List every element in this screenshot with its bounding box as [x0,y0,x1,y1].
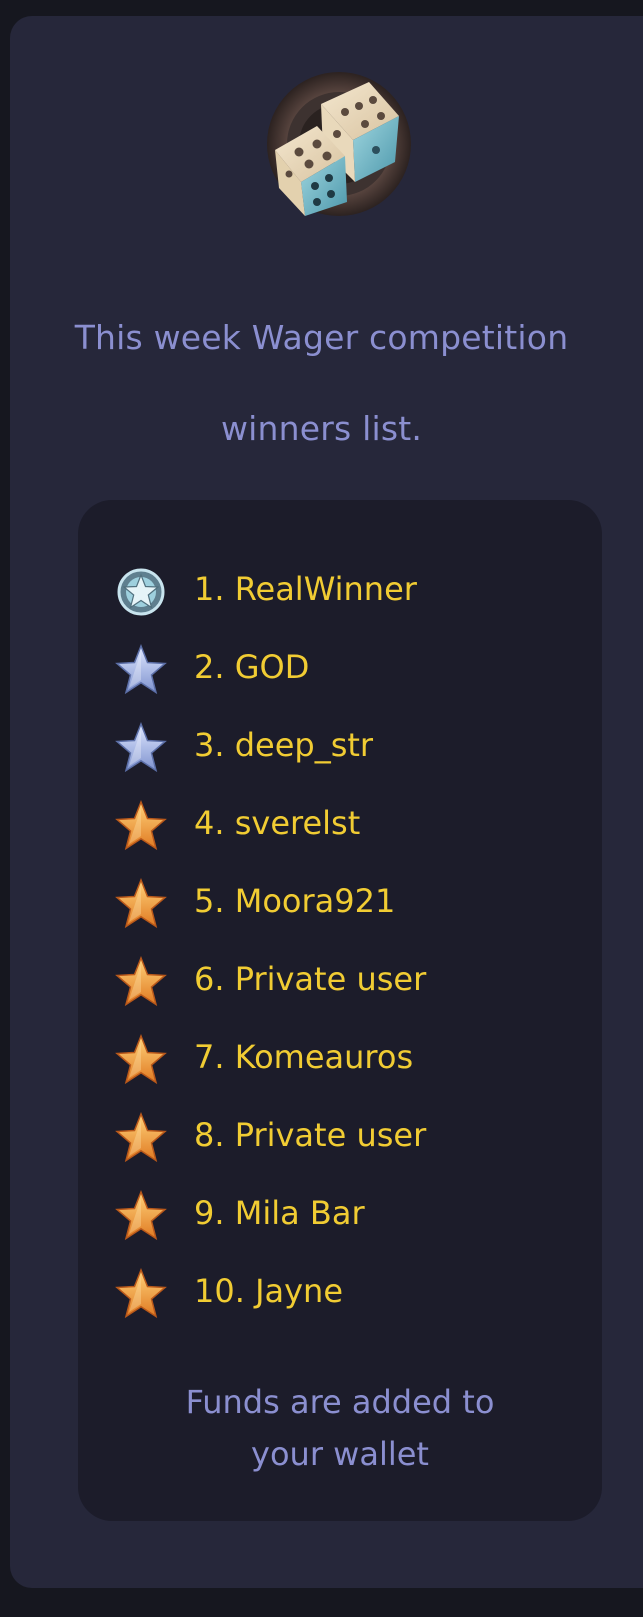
silver-star-icon [115,643,167,696]
winner-row: 5. Moora921 [78,872,602,936]
gold-star-icon [115,1267,167,1320]
winner-name: 9. Mila Bar [194,1194,365,1232]
winner-name: 3. deep_str [194,726,374,764]
gold-star-icon [115,955,167,1008]
gold-star-icon [115,1189,167,1242]
winner-name: 7. Komeauros [194,1038,414,1076]
winner-row: 6. Private user [78,950,602,1014]
platinum-star-badge-icon [115,566,167,618]
gold-star-icon [115,799,167,852]
winner-name: 6. Private user [194,960,427,998]
gold-star-icon [115,1111,167,1164]
winner-row: 10. Jayne [78,1262,602,1326]
winner-row: 3. deep_str [78,716,602,780]
winner-name: 4. sverelst [194,804,361,842]
winners-list-panel: 1. RealWinner 2. GOD 3. deep_str 4. sver… [78,500,602,1521]
competition-title-line1: This week Wager competition [74,318,569,357]
dice-icon [259,64,419,224]
winner-row: 4. sverelst [78,794,602,858]
winner-row: 8. Private user [78,1106,602,1170]
wallet-note-line2: your wallet [251,1435,429,1473]
winner-row: 2. GOD [78,638,602,702]
winner-name: 1. RealWinner [194,570,417,608]
winner-name: 5. Moora921 [194,882,396,920]
winner-row: 7. Komeauros [78,1028,602,1092]
competition-title-line2: winners list. [220,409,423,448]
winner-name: 8. Private user [194,1116,427,1154]
wallet-note-line1: Funds are added to [185,1383,495,1421]
silver-star-icon [115,721,167,774]
winner-row: 1. RealWinner [78,560,602,624]
gold-star-icon [115,1033,167,1086]
gold-star-icon [115,877,167,930]
winner-name: 10. Jayne [194,1272,344,1310]
winner-name: 2. GOD [194,648,310,686]
winner-row: 9. Mila Bar [78,1184,602,1248]
